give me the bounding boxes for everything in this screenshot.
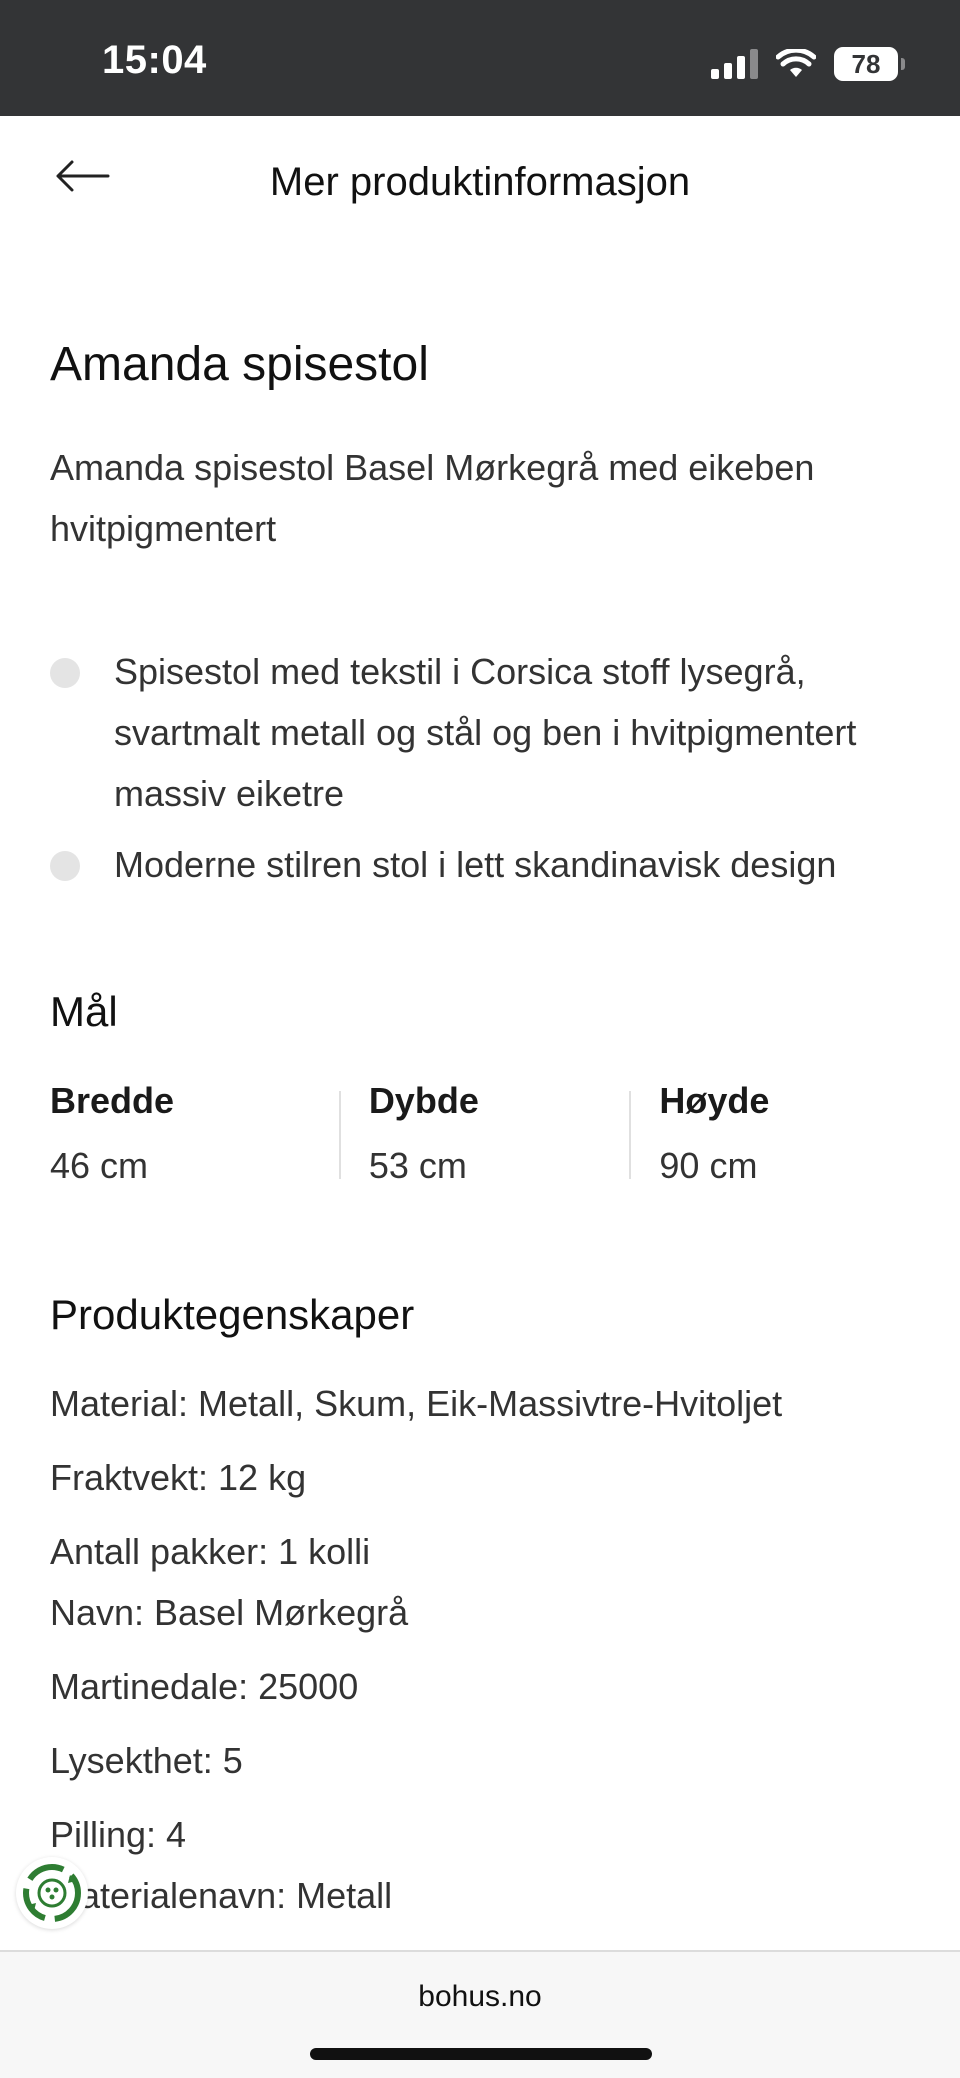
dimensions-table: Bredde 46 cm Dybde 53 cm Høyde 90 cm bbox=[50, 1077, 920, 1186]
feature-list: Spisestol med tekstil i Corsica stoff ly… bbox=[50, 641, 920, 905]
dimension-value: 90 cm bbox=[659, 1145, 758, 1186]
dimension-value: 46 cm bbox=[50, 1145, 149, 1186]
bullet-text: Moderne stilren stol i lett skandinavisk… bbox=[114, 844, 837, 885]
header: Mer produktinformasjon bbox=[0, 116, 960, 251]
dimension-height: Høyde 90 cm bbox=[629, 1077, 920, 1186]
recycle-badge-icon bbox=[23, 1864, 81, 1922]
product-title: Amanda spisestol bbox=[50, 338, 429, 391]
url-bar[interactable]: bohus.no bbox=[0, 1980, 960, 2014]
dimension-depth: Dybde 53 cm bbox=[338, 1077, 630, 1186]
list-item: Moderne stilren stol i lett skandinavisk… bbox=[50, 834, 920, 895]
recycle-badge-button[interactable] bbox=[16, 1857, 88, 1929]
property-item: Materialenavn: Metall bbox=[50, 1875, 393, 1916]
home-indicator[interactable] bbox=[310, 2048, 652, 2060]
bullet-dot-icon bbox=[50, 658, 80, 688]
dimension-label: Høyde bbox=[659, 1080, 770, 1121]
property-item: Fraktvekt: 12 kg bbox=[50, 1457, 307, 1498]
signal-bars-icon bbox=[711, 49, 758, 79]
property-item: Navn: Basel Mørkegrå bbox=[50, 1592, 409, 1633]
dimension-width: Bredde 46 cm bbox=[50, 1077, 339, 1186]
dimension-label: Dybde bbox=[368, 1080, 479, 1121]
list-item: Spisestol med tekstil i Corsica stoff ly… bbox=[50, 641, 920, 824]
battery-icon: 78 bbox=[834, 47, 905, 81]
property-item: Material: Metall, Skum, Eik-Massivtre-Hv… bbox=[50, 1383, 783, 1424]
dimensions-title: Mål bbox=[50, 988, 118, 1035]
status-icons: 78 bbox=[711, 44, 905, 84]
status-time: 15:04 bbox=[102, 38, 207, 82]
properties-title: Produktegenskaper bbox=[50, 1291, 415, 1338]
bullet-dot-icon bbox=[50, 851, 80, 881]
property-item: Lysekthet: 5 bbox=[50, 1740, 243, 1781]
property-item: Antall pakker: 1 kolli bbox=[50, 1531, 371, 1572]
property-item: Martinedale: 25000 bbox=[50, 1666, 359, 1707]
wifi-icon bbox=[776, 49, 816, 77]
dimension-value: 53 cm bbox=[368, 1145, 467, 1186]
dimension-label: Bredde bbox=[50, 1080, 175, 1121]
product-description: Amanda spisestol Basel Mørkegrå med eike… bbox=[50, 447, 815, 549]
property-item: Pilling: 4 bbox=[50, 1814, 187, 1855]
page-title: Mer produktinformasjon bbox=[269, 160, 691, 204]
status-bar: 15:04 78 bbox=[0, 0, 960, 116]
bullet-text: Spisestol med tekstil i Corsica stoff ly… bbox=[114, 651, 857, 814]
browser-bottom-bar: bohus.no bbox=[0, 1950, 960, 2078]
